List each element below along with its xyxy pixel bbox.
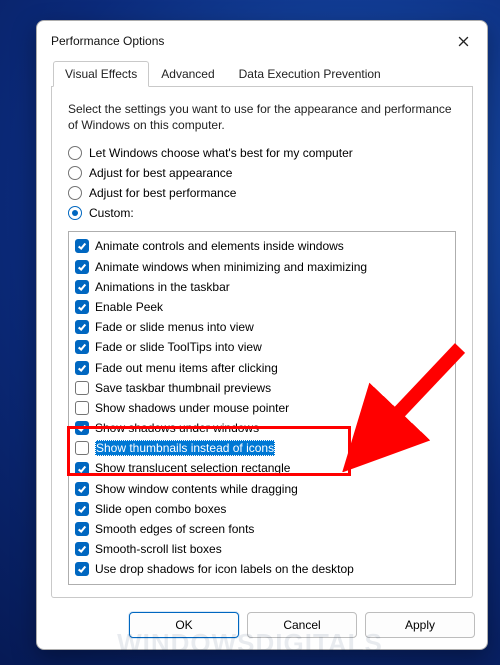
checkbox-row[interactable]: Show shadows under mouse pointer bbox=[71, 398, 453, 418]
checkbox-label: Animate windows when minimizing and maxi… bbox=[95, 259, 367, 275]
checkbox-label: Show shadows under mouse pointer bbox=[95, 400, 289, 416]
close-icon bbox=[458, 36, 469, 47]
checkbox-label: Animations in the taskbar bbox=[95, 279, 230, 295]
checkbox[interactable] bbox=[75, 401, 89, 415]
checkbox-row[interactable]: Animations in the taskbar bbox=[71, 277, 453, 297]
button-bar: OK Cancel Apply bbox=[37, 602, 487, 650]
radio-label: Adjust for best appearance bbox=[89, 166, 232, 180]
checkbox-row[interactable]: Save taskbar thumbnail previews bbox=[71, 378, 453, 398]
titlebar: Performance Options bbox=[37, 21, 487, 57]
checkbox[interactable] bbox=[75, 239, 89, 253]
tab-data-execution-prevention[interactable]: Data Execution Prevention bbox=[227, 61, 393, 86]
checkbox[interactable] bbox=[75, 260, 89, 274]
checkbox[interactable] bbox=[75, 381, 89, 395]
checkbox-row[interactable]: Show translucent selection rectangle bbox=[71, 458, 453, 478]
checkbox[interactable] bbox=[75, 441, 89, 455]
radio-option[interactable]: Let Windows choose what's best for my co… bbox=[68, 143, 456, 163]
panel-description: Select the settings you want to use for … bbox=[68, 101, 456, 133]
visual-effects-panel: Select the settings you want to use for … bbox=[51, 87, 473, 598]
checkbox-row[interactable]: Use drop shadows for icon labels on the … bbox=[71, 559, 453, 579]
tab-visual-effects[interactable]: Visual Effects bbox=[53, 61, 149, 87]
radio-option[interactable]: Adjust for best performance bbox=[68, 183, 456, 203]
visual-effects-listbox[interactable]: Animate controls and elements inside win… bbox=[68, 231, 456, 584]
checkbox-row[interactable]: Slide open combo boxes bbox=[71, 499, 453, 519]
checkbox[interactable] bbox=[75, 502, 89, 516]
checkbox[interactable] bbox=[75, 320, 89, 334]
ok-button[interactable]: OK bbox=[129, 612, 239, 638]
checkbox-row[interactable]: Show shadows under windows bbox=[71, 418, 453, 438]
checkbox-label: Fade or slide menus into view bbox=[95, 319, 254, 335]
checkbox-row[interactable]: Enable Peek bbox=[71, 297, 453, 317]
radio-label: Custom: bbox=[89, 206, 134, 220]
apply-button[interactable]: Apply bbox=[365, 612, 475, 638]
radio-label: Adjust for best performance bbox=[89, 186, 236, 200]
radio-button[interactable] bbox=[68, 166, 82, 180]
checkbox[interactable] bbox=[75, 482, 89, 496]
checkbox-row[interactable]: Fade or slide menus into view bbox=[71, 317, 453, 337]
checkbox-row[interactable]: Show thumbnails instead of icons bbox=[71, 438, 453, 458]
checkbox-label: Show translucent selection rectangle bbox=[95, 460, 290, 476]
checkbox[interactable] bbox=[75, 562, 89, 576]
checkbox-row[interactable]: Fade out menu items after clicking bbox=[71, 358, 453, 378]
checkbox-label: Show shadows under windows bbox=[95, 420, 259, 436]
radio-option[interactable]: Adjust for best appearance bbox=[68, 163, 456, 183]
checkbox[interactable] bbox=[75, 340, 89, 354]
checkbox-label: Slide open combo boxes bbox=[95, 501, 226, 517]
checkbox-label: Smooth-scroll list boxes bbox=[95, 541, 222, 557]
checkbox-label: Animate controls and elements inside win… bbox=[95, 238, 344, 254]
checkbox[interactable] bbox=[75, 421, 89, 435]
radio-button[interactable] bbox=[68, 186, 82, 200]
tab-advanced[interactable]: Advanced bbox=[149, 61, 226, 86]
window-content: Visual EffectsAdvancedData Execution Pre… bbox=[37, 57, 487, 602]
radio-button[interactable] bbox=[68, 146, 82, 160]
checkbox[interactable] bbox=[75, 542, 89, 556]
tab-strip: Visual EffectsAdvancedData Execution Pre… bbox=[51, 61, 473, 87]
close-button[interactable] bbox=[449, 29, 477, 53]
checkbox-row[interactable]: Animate windows when minimizing and maxi… bbox=[71, 257, 453, 277]
checkbox-label: Use drop shadows for icon labels on the … bbox=[95, 561, 354, 577]
radio-option[interactable]: Custom: bbox=[68, 203, 456, 223]
checkbox[interactable] bbox=[75, 361, 89, 375]
radio-button[interactable] bbox=[68, 206, 82, 220]
checkbox-label: Save taskbar thumbnail previews bbox=[95, 380, 271, 396]
checkbox-row[interactable]: Smooth-scroll list boxes bbox=[71, 539, 453, 559]
radio-group: Let Windows choose what's best for my co… bbox=[68, 143, 456, 223]
checkbox-label: Enable Peek bbox=[95, 299, 163, 315]
checkbox[interactable] bbox=[75, 522, 89, 536]
checkbox-label: Show thumbnails instead of icons bbox=[95, 440, 275, 456]
checkbox-row[interactable]: Fade or slide ToolTips into view bbox=[71, 337, 453, 357]
checkbox-label: Show window contents while dragging bbox=[95, 481, 298, 497]
performance-options-window: Performance Options Visual EffectsAdvanc… bbox=[36, 20, 488, 650]
checkbox[interactable] bbox=[75, 462, 89, 476]
cancel-button[interactable]: Cancel bbox=[247, 612, 357, 638]
radio-label: Let Windows choose what's best for my co… bbox=[89, 146, 353, 160]
checkbox[interactable] bbox=[75, 300, 89, 314]
checkbox[interactable] bbox=[75, 280, 89, 294]
checkbox-label: Smooth edges of screen fonts bbox=[95, 521, 254, 537]
checkbox-label: Fade out menu items after clicking bbox=[95, 360, 278, 376]
checkbox-label: Fade or slide ToolTips into view bbox=[95, 339, 262, 355]
checkbox-row[interactable]: Smooth edges of screen fonts bbox=[71, 519, 453, 539]
checkbox-row[interactable]: Show window contents while dragging bbox=[71, 479, 453, 499]
window-title: Performance Options bbox=[51, 34, 164, 48]
checkbox-row[interactable]: Animate controls and elements inside win… bbox=[71, 236, 453, 256]
